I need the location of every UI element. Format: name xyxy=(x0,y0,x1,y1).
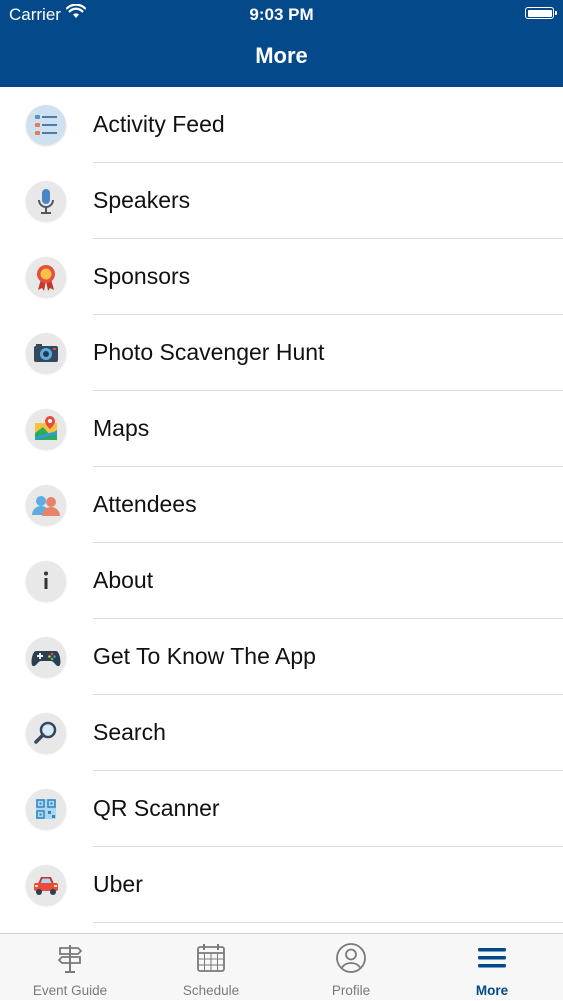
menu-item-label: Maps xyxy=(93,415,150,441)
menu-item-uber[interactable]: Uber xyxy=(0,847,563,923)
user-circle-icon xyxy=(335,942,367,974)
tab-label: Profile xyxy=(331,983,371,998)
menu-item-speakers[interactable]: Speakers xyxy=(0,163,563,239)
more-menu-list: Activity Feed Speakers Sponsors Photo Sc… xyxy=(0,87,563,933)
status-bar: Carrier 9:03 PM xyxy=(0,0,563,30)
activity-feed-icon xyxy=(26,105,66,145)
gamepad-icon xyxy=(26,637,66,677)
status-time: 9:03 PM xyxy=(249,5,314,24)
page-title: More xyxy=(255,43,308,68)
hamburger-menu-icon xyxy=(476,942,508,974)
menu-item-activity-feed[interactable]: Activity Feed xyxy=(0,87,563,163)
menu-item-label: About xyxy=(93,567,154,593)
navigation-header: Carrier 9:03 PM More xyxy=(0,0,563,87)
map-pin-icon xyxy=(26,409,66,449)
menu-item-label: Activity Feed xyxy=(93,111,225,137)
qr-code-icon xyxy=(26,789,66,829)
microphone-icon xyxy=(26,181,66,221)
menu-item-photo-scavenger-hunt[interactable]: Photo Scavenger Hunt xyxy=(0,315,563,391)
menu-item-label: Photo Scavenger Hunt xyxy=(93,339,325,365)
menu-item-maps[interactable]: Maps xyxy=(0,391,563,467)
tab-bar: Event Guide Schedule Profile More xyxy=(0,933,563,1000)
signpost-icon xyxy=(54,942,86,974)
tab-label: Event Guide xyxy=(32,983,108,998)
tab-label: Schedule xyxy=(182,983,240,998)
tab-event-guide[interactable]: Event Guide xyxy=(0,934,140,1001)
magnifier-icon xyxy=(26,713,66,753)
camera-icon xyxy=(26,333,66,373)
menu-item-about[interactable]: About xyxy=(0,543,563,619)
menu-item-label: QR Scanner xyxy=(93,795,220,821)
menu-item-sponsors[interactable]: Sponsors xyxy=(0,239,563,315)
menu-item-label: Attendees xyxy=(93,491,197,517)
tab-label: More xyxy=(475,983,509,998)
menu-item-attendees[interactable]: Attendees xyxy=(0,467,563,543)
tab-more[interactable]: More xyxy=(422,934,562,1001)
people-icon xyxy=(26,485,66,525)
info-icon xyxy=(26,561,66,601)
menu-item-qr-scanner[interactable]: QR Scanner xyxy=(0,771,563,847)
menu-item-search[interactable]: Search xyxy=(0,695,563,771)
row-divider xyxy=(93,922,563,923)
menu-item-label: Get To Know The App xyxy=(93,643,316,669)
menu-item-label: Uber xyxy=(93,871,143,897)
award-ribbon-icon xyxy=(26,257,66,297)
menu-item-get-to-know-the-app[interactable]: Get To Know The App xyxy=(0,619,563,695)
tab-profile[interactable]: Profile xyxy=(281,934,421,1001)
menu-item-label: Speakers xyxy=(93,187,191,213)
menu-item-label: Sponsors xyxy=(93,263,191,289)
calendar-icon xyxy=(195,942,227,974)
battery-icon xyxy=(525,7,557,19)
menu-item-label: Search xyxy=(93,719,166,745)
tab-schedule[interactable]: Schedule xyxy=(141,934,281,1001)
car-icon xyxy=(26,865,66,905)
